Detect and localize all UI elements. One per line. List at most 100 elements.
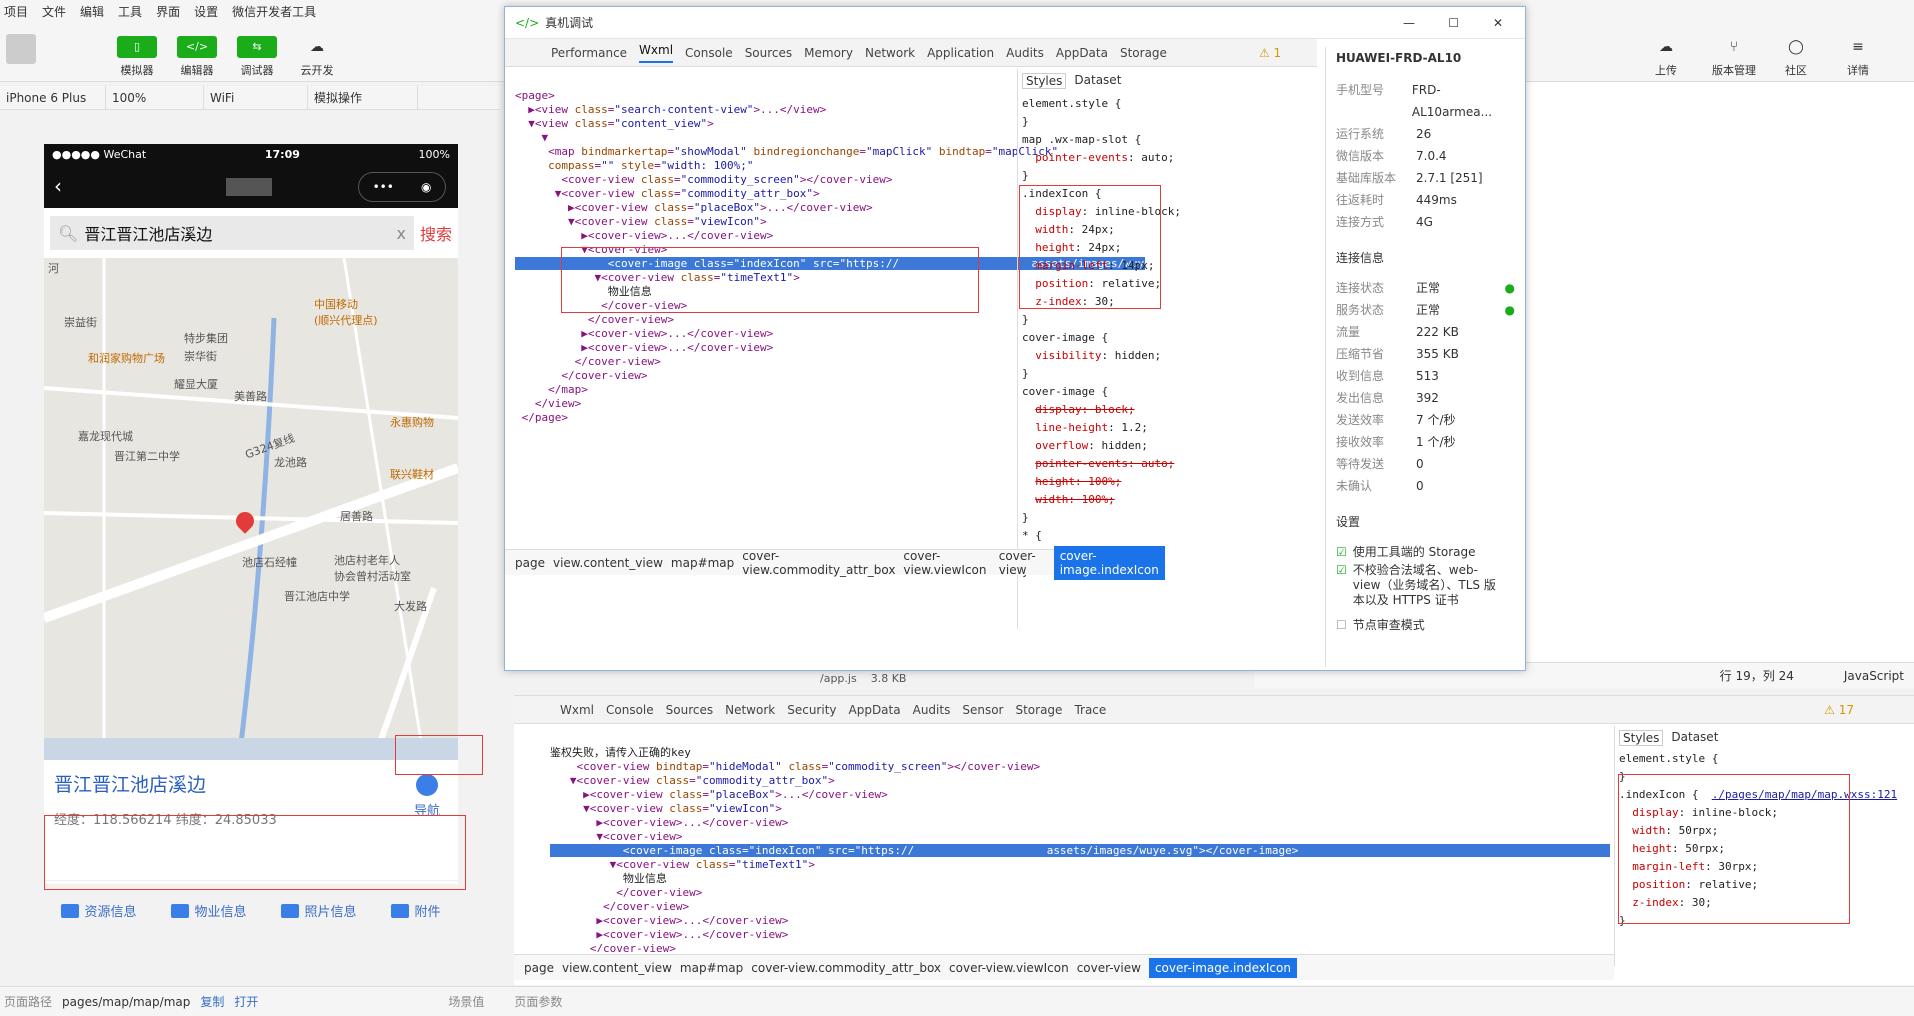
close-icon[interactable]: ✕	[1493, 16, 1503, 30]
tab-memory[interactable]: Memory	[804, 46, 853, 60]
nav-bar: ‹ ••• ◉	[44, 164, 458, 208]
device-info-panel: HUAWEI-FRD-AL10 手机型号 FRD-AL10armea... 运行系…	[1325, 47, 1515, 667]
tab-wxml[interactable]: Wxml	[639, 43, 674, 63]
lower-devtools: Wxml Console Sources Network Security Ap…	[514, 695, 1914, 985]
status-dot: ●	[1504, 281, 1515, 295]
zoom-select[interactable]: 100%	[106, 86, 204, 109]
code-icon: </>	[177, 36, 217, 58]
status-bar: ●●●●● WeChat 17:09 100%	[44, 144, 458, 164]
tab-performance[interactable]: Performance	[551, 46, 627, 60]
scene-value[interactable]: 场景值	[448, 993, 484, 1010]
community-button[interactable]: ◯ 社区	[1764, 36, 1828, 78]
title-placeholder	[226, 178, 272, 196]
photo-icon	[281, 903, 300, 918]
highlight-style	[1019, 185, 1161, 309]
tab-attachment[interactable]: 附件	[391, 901, 441, 920]
operation-select[interactable]: 模拟操作	[308, 86, 418, 109]
more-icon[interactable]: •••	[373, 180, 394, 194]
search-input[interactable]: 🔍︎ 晋江晋江池店溪边 x	[50, 216, 414, 250]
dataset-tab[interactable]: Dataset	[1074, 73, 1121, 89]
debugger-button[interactable]: ⇆ 调试器	[225, 36, 289, 78]
device-select[interactable]: iPhone 6 Plus	[0, 86, 106, 109]
menu-settings[interactable]: 设置	[194, 3, 218, 20]
debug-icon: ⇆	[237, 36, 277, 58]
search-icon: 🔍︎	[58, 223, 79, 243]
breadcrumb: page view.content_view map#map cover-vie…	[505, 545, 1165, 580]
conn-title: 连接信息	[1336, 251, 1385, 265]
styles-rules: element.style { } map .wx-map-slot { poi…	[1022, 97, 1181, 578]
tab-console[interactable]: Console	[685, 46, 733, 60]
menu-ui[interactable]: 界面	[156, 3, 180, 20]
avatar[interactable]	[6, 34, 36, 64]
resource-icon	[61, 903, 80, 918]
warning-badge[interactable]: ⚠ 1	[1259, 46, 1281, 60]
editor-button[interactable]: </> 编辑器	[165, 36, 229, 78]
property-icon	[171, 903, 190, 918]
navigate-button[interactable]: 导航	[414, 774, 440, 819]
devtools-tabs: Performance Wxml Console Sources Memory …	[505, 39, 1317, 67]
upload-button[interactable]: ☁ 上传	[1634, 36, 1698, 78]
attachment-icon	[391, 903, 410, 918]
window-title-bar: </> 真机调试 — ☐ ✕	[505, 7, 1525, 39]
tab-photos[interactable]: 照片信息	[281, 901, 357, 920]
page-path: pages/map/map/map	[62, 994, 191, 1009]
version-button[interactable]: ⑂ 版本管理	[1702, 36, 1766, 78]
maximize-icon[interactable]: ☐	[1448, 16, 1459, 30]
highlight-nav	[395, 735, 483, 775]
minimize-icon[interactable]: —	[1403, 16, 1415, 30]
place-title: 晋江晋江池店溪边	[54, 774, 207, 796]
detail-button[interactable]: ≡ 详情	[1826, 36, 1890, 78]
upload-icon: ☁	[1659, 39, 1673, 55]
network-select[interactable]: WiFi	[204, 86, 308, 109]
domain-checkbox[interactable]: ☑ 不校验合法域名、web-view（业务域名）、TLS 版本以及 HTTPS 证…	[1336, 563, 1515, 608]
close-icon[interactable]: ◉	[421, 180, 431, 194]
dataset-tab[interactable]: Dataset	[1671, 730, 1718, 746]
tab-appdata[interactable]: AppData	[1056, 46, 1108, 60]
map-roads	[44, 258, 458, 760]
search-bar: 🔍︎ 晋江晋江池店溪边 x 搜索	[44, 208, 458, 258]
storage-checkbox[interactable]: ☑ 使用工具端的 Storage	[1336, 541, 1515, 563]
lower-breadcrumb: page view.content_view map#map cover-vie…	[514, 954, 1614, 980]
devtools-pane: Performance Wxml Console Sources Memory …	[505, 39, 1317, 671]
capsule-menu[interactable]: ••• ◉	[358, 172, 446, 202]
tab-application[interactable]: Application	[927, 46, 994, 60]
menu-project[interactable]: 项目	[4, 3, 28, 20]
tab-storage[interactable]: Storage	[1120, 46, 1167, 60]
phone-icon: ▯	[117, 36, 157, 58]
device-name: HUAWEI-FRD-AL10	[1336, 51, 1462, 65]
styles-tab[interactable]: Styles	[1619, 730, 1664, 746]
search-button[interactable]: 搜索	[420, 221, 452, 245]
menu-icon: ≡	[1852, 39, 1864, 55]
map-view[interactable]: 河 中国移动 (顺兴代理点) 特步集团 和润家购物广场 崇益街 崇华街 耀显大厦…	[44, 258, 458, 760]
page-params[interactable]: 页面参数	[514, 993, 562, 1010]
menu-tools[interactable]: 工具	[118, 3, 142, 20]
file-status-bar: /app.js 3.8 KB	[820, 672, 907, 685]
tab-network[interactable]: Network	[865, 46, 915, 60]
status-dot: ●	[1504, 303, 1515, 317]
branch-icon: ⑂	[1729, 39, 1739, 55]
lower-wxml-tree[interactable]: 鉴权失败，请传入正确的key <cover-view bindtap="hide…	[550, 732, 1610, 952]
code-icon: </>	[515, 15, 540, 30]
remote-debug-window: </> 真机调试 — ☐ ✕ Performance Wxml Console …	[504, 6, 1526, 671]
sim-settings-bar: iPhone 6 Plus 100% WiFi 模拟操作	[0, 86, 500, 110]
menu-edit[interactable]: 编辑	[80, 3, 104, 20]
simulator-button[interactable]: ▯ 模拟器	[105, 36, 169, 78]
clear-icon[interactable]: x	[397, 224, 406, 243]
tab-sources[interactable]: Sources	[745, 46, 792, 60]
copy-link[interactable]: 复制	[200, 993, 224, 1010]
highlight-tabs	[44, 815, 466, 890]
chat-icon: ◯	[1788, 39, 1804, 55]
cloud-button[interactable]: ☁ 云开发	[285, 36, 349, 78]
menu-devtools[interactable]: 微信开发者工具	[232, 3, 316, 20]
styles-tab[interactable]: Styles	[1022, 73, 1067, 89]
tab-audits[interactable]: Audits	[1006, 46, 1044, 60]
menu-file[interactable]: 文件	[42, 3, 66, 20]
tab-resource[interactable]: 资源信息	[61, 901, 137, 920]
inspect-checkbox[interactable]: ☐ 节点审查模式	[1336, 614, 1515, 636]
settings-title: 设置	[1336, 515, 1361, 529]
highlight-wxml	[561, 247, 979, 313]
warning-badge[interactable]: ⚠ 17	[1824, 703, 1854, 717]
tab-property[interactable]: 物业信息	[171, 901, 247, 920]
open-link[interactable]: 打开	[234, 993, 258, 1010]
back-icon[interactable]: ‹	[54, 174, 62, 198]
